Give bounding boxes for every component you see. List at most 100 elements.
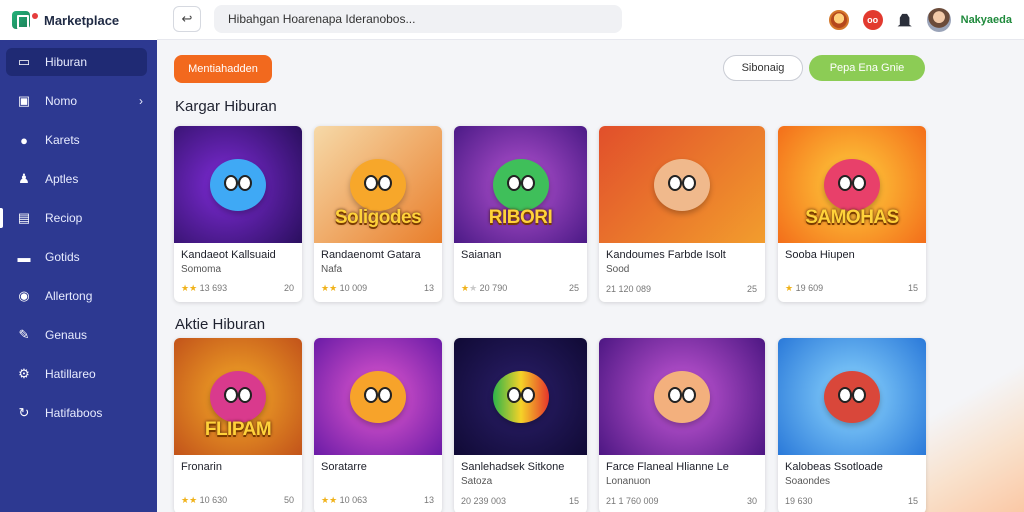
sidebar-item-genaus[interactable]: ✎ Genaus xyxy=(6,321,147,349)
sidebar-item-label: Allertong xyxy=(45,289,93,303)
sidebar-item-label: Hiburan xyxy=(45,55,88,69)
game-rating: 21 1 760 009 xyxy=(606,496,659,506)
game-count: 20 xyxy=(283,283,294,293)
game-card[interactable]: FLIPAM Fronarin ★★ 10 630 50 xyxy=(174,338,302,512)
game-title: Saianan xyxy=(461,249,502,261)
game-card[interactable]: Soratarre ★★ 10 063 13 xyxy=(314,338,442,512)
game-count: 25 xyxy=(746,284,757,294)
game-logo: SAMOHAS xyxy=(805,207,899,228)
brand-dot-icon xyxy=(32,13,38,19)
topbar-actions: oo Nakyaeda xyxy=(815,0,1024,40)
game-card[interactable]: SAMOHAS Sooba Hiupen ★ 19 609 15 xyxy=(778,126,926,302)
star-empty-icon: ★ xyxy=(469,283,478,293)
game-thumbnail xyxy=(599,338,765,455)
star-icon: ★ xyxy=(461,283,470,293)
users-icon: ♟ xyxy=(18,171,30,186)
game-card[interactable]: Farce Flaneal Hlianne Le Lonanuon 21 1 7… xyxy=(599,338,765,512)
notification-count-icon[interactable]: oo xyxy=(862,10,883,30)
character-icon xyxy=(210,370,266,423)
active-indicator xyxy=(0,208,3,228)
character-icon xyxy=(350,158,406,211)
secondary-action-button[interactable]: Sibonaig xyxy=(723,55,803,81)
character-icon xyxy=(654,158,710,211)
sidebar-item-label: Aptles xyxy=(45,172,79,186)
back-arrow-icon: ↩ xyxy=(181,11,193,26)
back-button[interactable]: ↩ xyxy=(173,6,201,32)
profile-avatar-icon[interactable] xyxy=(828,10,849,30)
game-logo: Soligodes xyxy=(334,207,422,228)
character-icon xyxy=(210,158,266,211)
game-card[interactable]: Soligodes Randaenomt Gatara Nafa ★★ 10 0… xyxy=(314,126,442,302)
game-title: Soratarre xyxy=(321,461,367,473)
sidebar-item-allertong[interactable]: ◉ Allertong xyxy=(6,282,147,310)
game-rating: 13 693 xyxy=(199,283,228,293)
game-card[interactable]: Kalobeas Ssotloade Soaondes 19 630 15 xyxy=(778,338,926,512)
game-subtitle: Satoza xyxy=(461,476,493,487)
chevron-right-icon: › xyxy=(139,94,143,108)
chat-icon: ▬ xyxy=(17,249,31,265)
marketplace-logo-icon xyxy=(12,11,30,29)
star-icon: ★★ xyxy=(181,495,198,505)
game-thumbnail xyxy=(454,338,587,455)
game-rating: 20 790 xyxy=(479,283,508,293)
game-count: 13 xyxy=(423,283,434,293)
calendar-icon: ▤ xyxy=(17,210,31,225)
sidebar-item-gotids[interactable]: ▬ Gotids xyxy=(6,243,147,271)
game-card[interactable]: RIBORI Saianan ★★ 20 790 25 xyxy=(454,126,587,302)
star-icon: ★ xyxy=(785,283,794,293)
game-count: 25 xyxy=(568,283,579,293)
sidebar-item-nomo[interactable]: ▣ Nomo › xyxy=(6,87,147,115)
user-avatar[interactable] xyxy=(926,8,951,32)
game-rating: 10 063 xyxy=(339,495,368,505)
sidebar-item-reciop[interactable]: ▤ Reciop xyxy=(0,204,147,232)
game-card[interactable]: Kandoumes Farbde Isolt Sood 21 120 089 25 xyxy=(599,126,765,302)
sidebar: Marketplace ▭ Hiburan ▣ Nomo › ● Karets … xyxy=(0,0,157,512)
game-card[interactable]: Sanlehadsek Sitkone Satoza 20 239 003 15 xyxy=(454,338,587,512)
sidebar-item-hiburan[interactable]: ▭ Hiburan xyxy=(6,48,147,76)
star-icon: ★★ xyxy=(321,283,338,293)
sidebar-item-karets[interactable]: ● Karets xyxy=(6,126,147,154)
game-thumbnail xyxy=(314,338,442,455)
pencil-icon: ✎ xyxy=(18,327,30,342)
game-subtitle: Soaondes xyxy=(785,476,831,487)
game-subtitle: Lonanuon xyxy=(606,476,651,487)
topbar: ↩ Hibahgan Hoarenapa Ideranobos... oo Na… xyxy=(157,0,1024,40)
game-rating: 21 120 089 xyxy=(606,284,652,294)
sidebar-item-label: Hatifaboos xyxy=(45,406,103,420)
primary-action-button[interactable]: Mentiahadden xyxy=(174,55,272,83)
sidebar-item-label: Karets xyxy=(45,133,80,147)
green-action-button[interactable]: Pepa Ena Gnie xyxy=(809,55,925,81)
image-icon: ▣ xyxy=(17,93,31,108)
star-icon: ★★ xyxy=(181,283,198,293)
brand[interactable]: Marketplace xyxy=(0,0,157,40)
game-title: Fronarin xyxy=(181,461,222,473)
search-input[interactable]: Hibahgan Hoarenapa Ideranobos... xyxy=(214,5,622,33)
character-icon xyxy=(824,158,880,211)
username[interactable]: Nakyaeda xyxy=(961,14,1012,26)
game-card[interactable]: Kandaeot Kallsuaid Somoma ★★ 13 693 20 xyxy=(174,126,302,302)
gauge-icon: ◉ xyxy=(18,288,30,303)
game-subtitle: Somoma xyxy=(181,264,222,275)
brand-name: Marketplace xyxy=(44,12,120,28)
search-text: Hibahgan Hoarenapa Ideranobos... xyxy=(228,12,416,26)
sidebar-item-hatifaboos[interactable]: ↻ Hatifaboos xyxy=(6,399,147,427)
game-logo: FLIPAM xyxy=(204,419,272,440)
game-thumbnail xyxy=(778,338,926,455)
game-count: 13 xyxy=(423,495,434,505)
refresh-icon: ↻ xyxy=(18,405,30,420)
game-rating: 10 630 xyxy=(199,495,228,505)
map-pin-icon: ● xyxy=(20,132,28,148)
bell-icon[interactable] xyxy=(897,13,912,27)
game-count: 15 xyxy=(907,496,918,506)
game-count: 15 xyxy=(568,496,579,506)
star-icon: ★★ xyxy=(321,495,338,505)
character-icon xyxy=(492,370,549,423)
game-thumbnail: FLIPAM xyxy=(174,338,302,455)
game-thumbnail: RIBORI xyxy=(454,126,587,243)
game-rating: 19 609 xyxy=(795,283,824,293)
sidebar-nav: ▭ Hiburan ▣ Nomo › ● Karets ♟ Aptles ▤ R… xyxy=(0,40,157,427)
main-content: Mentiahadden Sibonaig Pepa Ena Gnie Karg… xyxy=(157,41,1024,512)
sidebar-item-hatillareo[interactable]: ⚙ Hatillareo xyxy=(6,360,147,388)
sidebar-item-aptles[interactable]: ♟ Aptles xyxy=(6,165,147,193)
game-title: Sanlehadsek Sitkone xyxy=(461,461,565,473)
